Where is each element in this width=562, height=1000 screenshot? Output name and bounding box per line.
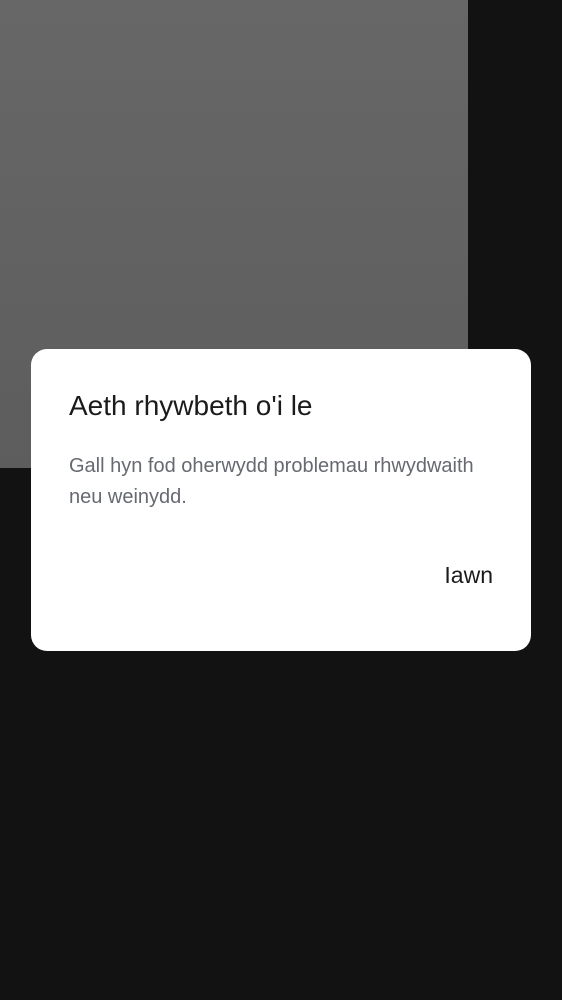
dialog-message: Gall hyn fod oherwydd problemau rhwydwai…	[69, 455, 474, 508]
ok-button[interactable]: Iawn	[444, 555, 493, 595]
error-dialog: Aeth rhywbeth o'i le Gall hyn fod oherwy…	[31, 349, 531, 651]
dialog-title: Aeth rhywbeth o'i le	[69, 390, 313, 421]
